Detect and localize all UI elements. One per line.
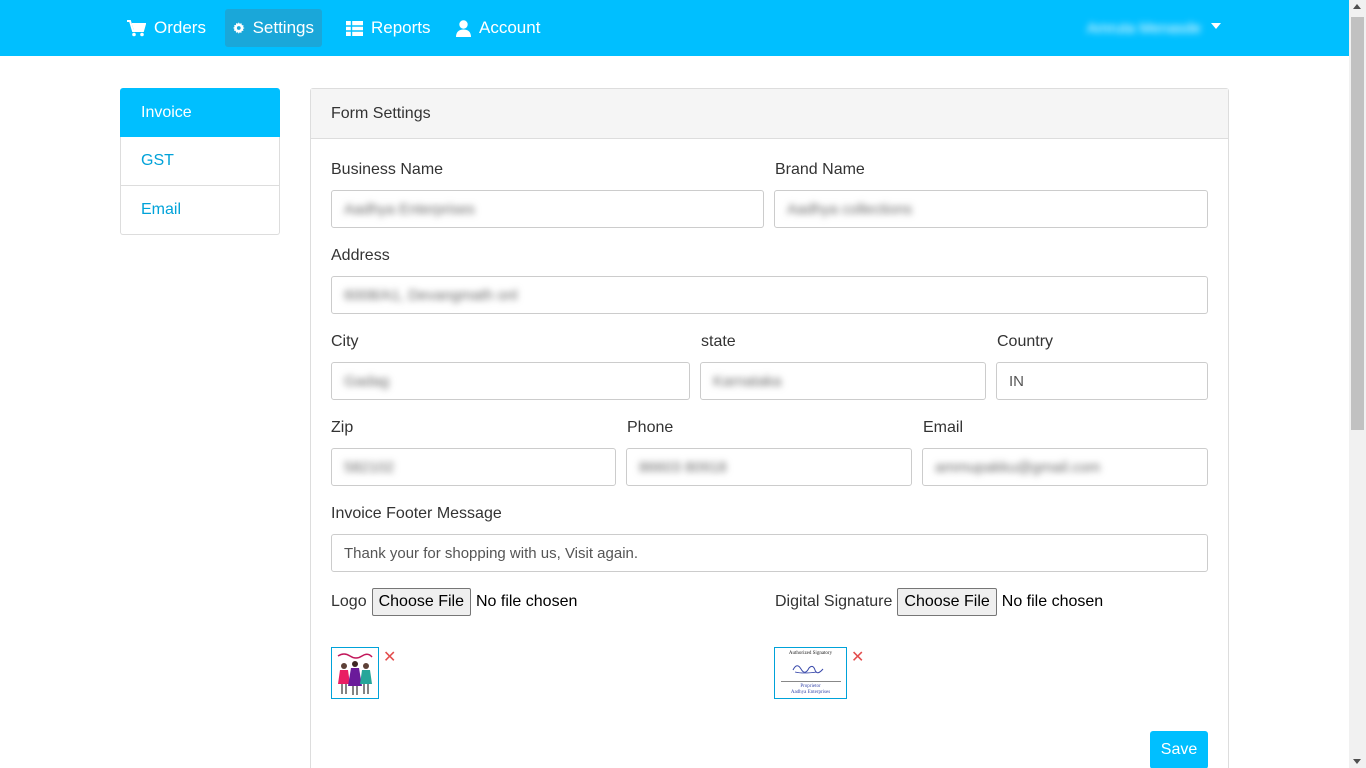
settings-sidebar: Invoice GST Email <box>120 88 280 235</box>
state-input[interactable]: Karnataka <box>700 362 986 400</box>
state-label: state <box>701 333 736 350</box>
brand-name-label: Brand Name <box>775 161 865 178</box>
logo-image <box>337 653 373 695</box>
zip-label: Zip <box>331 419 354 436</box>
sidebar-item-email[interactable]: Email <box>120 186 280 235</box>
signature-preview-company: Aadhya Enterprises <box>790 690 831 695</box>
footer-message-input[interactable]: Thank your for shopping with us, Visit a… <box>331 534 1208 572</box>
logo-file-status: No file chosen <box>475 593 578 610</box>
brand-name-value: Aadhya collections <box>787 200 913 218</box>
nav-orders-label: Orders <box>154 18 206 37</box>
business-name-input[interactable]: Aadhya Enterprises <box>331 190 764 228</box>
sidebar-item-gst[interactable]: GST <box>120 137 280 186</box>
nav-orders[interactable]: Orders <box>119 9 214 47</box>
save-button[interactable]: Save <box>1150 731 1208 768</box>
nav-account-label: Account <box>479 18 541 37</box>
nav-settings-label: Settings <box>252 18 314 37</box>
signature-line <box>781 681 841 682</box>
remove-logo-icon[interactable]: ✕ <box>383 650 396 666</box>
signature-preview: Authorized Signatory Proprietor Aadhya E… <box>774 647 847 699</box>
panel-heading: Form Settings <box>311 89 1228 139</box>
address-input[interactable]: 6008/A1, Devangmath onl <box>331 276 1208 314</box>
address-value: 6008/A1, Devangmath onl <box>344 286 518 304</box>
user-name: Amruta Menasde <box>1086 19 1201 37</box>
sidebar-item-label: Email <box>141 201 182 218</box>
city-label: City <box>331 333 359 350</box>
signature-choose-file-button[interactable]: Choose File <box>897 588 997 616</box>
email-value: ammupakku@gmail.com <box>935 458 1101 476</box>
nav-account[interactable]: Account <box>448 9 548 47</box>
signature-label: Digital Signature <box>775 593 893 610</box>
table-icon <box>346 20 363 36</box>
sidebar-item-label: GST <box>141 152 174 169</box>
city-input[interactable]: Gadag <box>331 362 690 400</box>
nav-reports-label: Reports <box>371 18 431 37</box>
signature-file-status: No file chosen <box>1001 593 1104 610</box>
footer-message-label: Invoice Footer Message <box>331 505 502 522</box>
signature-image <box>792 665 824 674</box>
caret-down-icon <box>1211 23 1221 29</box>
logo-label: Logo <box>331 593 367 610</box>
scroll-up-icon[interactable] <box>1353 4 1361 9</box>
logo-preview <box>331 647 379 699</box>
logo-choose-file-button[interactable]: Choose File <box>371 588 471 616</box>
state-value: Karnataka <box>713 372 782 390</box>
business-name-label: Business Name <box>331 161 444 178</box>
business-name-value: Aadhya Enterprises <box>344 200 475 218</box>
nav-reports[interactable]: Reports <box>338 9 439 47</box>
zip-input[interactable]: 582102 <box>331 448 616 486</box>
nav-settings[interactable]: Settings <box>225 9 322 47</box>
phone-input[interactable]: 86603 80918 <box>626 448 912 486</box>
gear-icon <box>233 22 245 34</box>
country-input[interactable]: IN <box>996 362 1208 400</box>
signature-file-row: Digital Signature Choose File No file ch… <box>775 588 1103 616</box>
email-input[interactable]: ammupakku@gmail.com <box>922 448 1208 486</box>
country-label: Country <box>997 333 1054 350</box>
signature-preview-role: Proprietor <box>800 684 821 689</box>
phone-value: 86603 80918 <box>639 458 727 476</box>
city-value: Gadag <box>344 372 390 390</box>
user-icon <box>456 19 471 37</box>
phone-label: Phone <box>627 419 674 436</box>
cart-icon <box>127 19 146 36</box>
signature-preview-heading: Authorized Signatory <box>788 651 833 656</box>
email-label: Email <box>923 419 964 436</box>
user-menu-toggle[interactable]: Amruta Menasde <box>1087 9 1221 47</box>
country-value: IN <box>1009 372 1024 390</box>
page-scrollbar[interactable] <box>1349 0 1366 768</box>
remove-signature-icon[interactable]: ✕ <box>851 650 864 666</box>
scroll-thumb[interactable] <box>1351 17 1364 430</box>
sidebar-item-invoice[interactable]: Invoice <box>120 88 280 137</box>
logo-file-row: Logo Choose File No file chosen <box>331 588 577 616</box>
scroll-down-icon[interactable] <box>1353 759 1361 764</box>
footer-message-value: Thank your for shopping with us, Visit a… <box>344 544 639 562</box>
sidebar-item-label: Invoice <box>141 103 192 121</box>
address-label: Address <box>331 247 390 264</box>
top-navbar: Orders Settings Reports Account Amruta M… <box>0 0 1349 56</box>
brand-name-input[interactable]: Aadhya collections <box>774 190 1208 228</box>
zip-value: 582102 <box>344 458 395 476</box>
